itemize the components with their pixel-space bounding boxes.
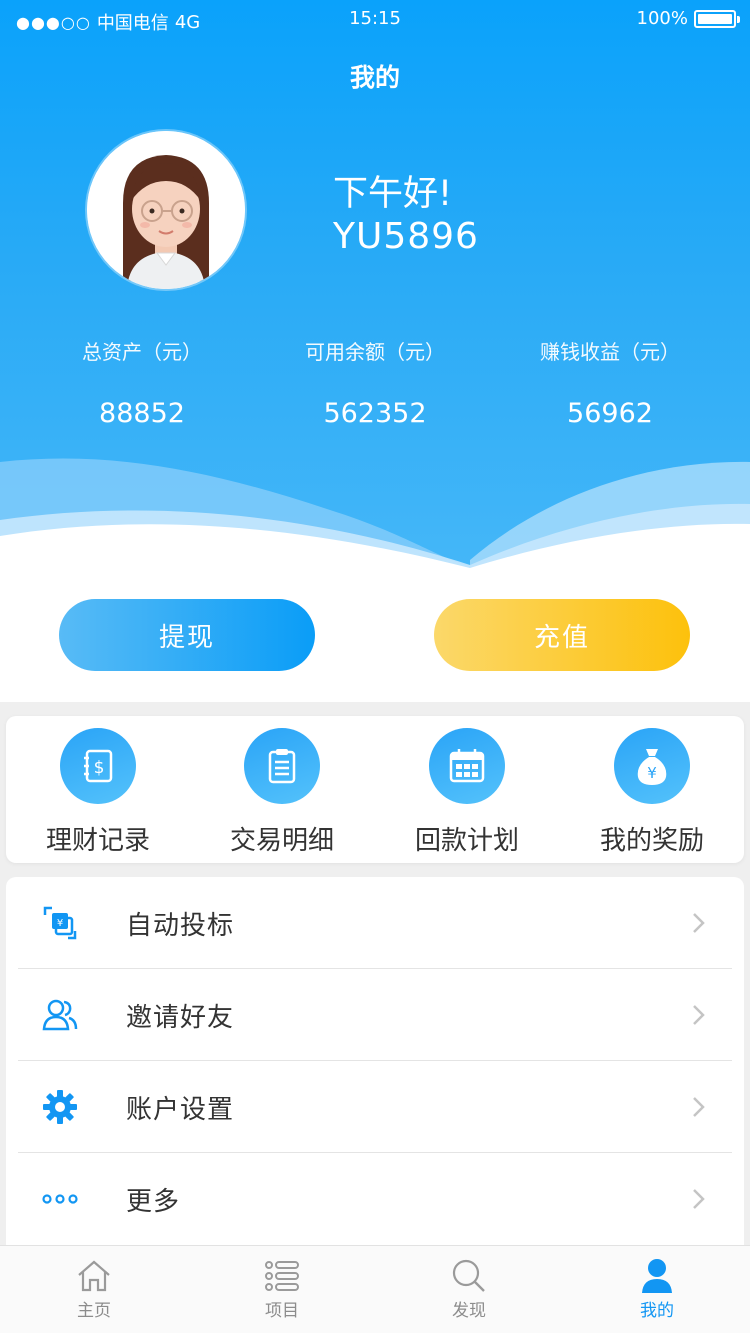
list-item-auto-bid[interactable]: ¥ 自动投标 bbox=[18, 877, 732, 969]
list-icon bbox=[222, 1258, 342, 1294]
more-dots-icon bbox=[40, 1179, 80, 1219]
tab-discover[interactable]: 发现 bbox=[409, 1258, 529, 1321]
svg-text:¥: ¥ bbox=[57, 918, 63, 929]
profile-header: ●●●○○ 中国电信 4G 15:15 100% 我的 下午好! YU5896 … bbox=[0, 0, 750, 575]
avatar[interactable] bbox=[87, 131, 245, 289]
users-icon bbox=[40, 995, 80, 1035]
list-item-label: 自动投标 bbox=[126, 910, 235, 941]
tab-label: 发现 bbox=[452, 1301, 486, 1321]
person-icon bbox=[597, 1258, 717, 1294]
quick-item-my-rewards[interactable]: ¥ 我的奖励 bbox=[560, 728, 744, 857]
quick-item-label: 理财记录 bbox=[45, 826, 150, 856]
tab-label: 我的 bbox=[640, 1301, 674, 1321]
list-item-label: 账户设置 bbox=[126, 1094, 235, 1125]
auto-bid-icon: ¥ bbox=[40, 903, 80, 943]
stat-label: 可用余额（元） bbox=[305, 340, 445, 364]
money-bag-icon: ¥ bbox=[614, 728, 690, 804]
username: YU5896 bbox=[333, 216, 479, 257]
avatar-illustration-icon bbox=[87, 131, 245, 289]
list-item-account-settings[interactable]: 账户设置 bbox=[18, 1061, 732, 1153]
quick-menu-card: $ 理财记录 交易明细 回款计划 ¥ 我的奖励 bbox=[6, 716, 744, 863]
stat-label: 赚钱收益（元） bbox=[540, 340, 680, 364]
page-title: 我的 bbox=[349, 63, 400, 92]
list-item-invite-friends[interactable]: 邀请好友 bbox=[18, 969, 732, 1061]
svg-text:¥: ¥ bbox=[647, 764, 657, 782]
ledger-dollar-icon: $ bbox=[60, 728, 136, 804]
gear-icon bbox=[40, 1087, 80, 1127]
tab-home[interactable]: 主页 bbox=[34, 1258, 154, 1321]
recharge-button[interactable]: 充值 bbox=[434, 599, 690, 671]
quick-item-label: 我的奖励 bbox=[599, 826, 704, 856]
status-right: 100% bbox=[636, 8, 740, 29]
action-button-area: 提现 充值 bbox=[0, 575, 750, 702]
chevron-right-icon bbox=[684, 1184, 714, 1214]
list-item-label: 更多 bbox=[126, 1186, 181, 1217]
stat-earnings[interactable]: 赚钱收益（元） 56962 bbox=[490, 336, 730, 429]
list-item-label: 邀请好友 bbox=[126, 1002, 235, 1033]
stat-value: 56962 bbox=[567, 398, 653, 429]
chevron-right-icon bbox=[684, 1000, 714, 1030]
chevron-right-icon bbox=[684, 908, 714, 938]
tab-label: 主页 bbox=[77, 1301, 111, 1321]
chevron-right-icon bbox=[684, 1092, 714, 1122]
svg-text:$: $ bbox=[94, 758, 105, 778]
clipboard-list-icon bbox=[244, 728, 320, 804]
battery-percent: 100% bbox=[636, 8, 688, 29]
tab-label: 项目 bbox=[265, 1301, 299, 1321]
list-item-more[interactable]: 更多 bbox=[18, 1153, 732, 1245]
stat-value: 88852 bbox=[99, 398, 185, 429]
header-wave-decoration bbox=[0, 458, 750, 575]
stat-label: 总资产（元） bbox=[82, 340, 202, 364]
stat-value: 562352 bbox=[323, 398, 427, 429]
settings-list-card: ¥ 自动投标 邀请好友 账户设置 更多 bbox=[6, 877, 744, 1247]
greeting-text: 下午好! bbox=[333, 174, 453, 214]
bottom-tab-bar: 主页 项目 发现 我的 bbox=[0, 1245, 750, 1333]
quick-item-label: 回款计划 bbox=[414, 826, 519, 856]
status-bar: ●●●○○ 中国电信 4G 15:15 100% bbox=[0, 0, 750, 38]
quick-item-transactions[interactable]: 交易明细 bbox=[190, 728, 374, 857]
tab-projects[interactable]: 项目 bbox=[222, 1258, 342, 1321]
battery-icon bbox=[694, 9, 740, 28]
tab-mine[interactable]: 我的 bbox=[597, 1258, 717, 1321]
stat-available-balance[interactable]: 可用余额（元） 562352 bbox=[255, 336, 495, 429]
home-icon bbox=[34, 1258, 154, 1294]
quick-item-investment-records[interactable]: $ 理财记录 bbox=[6, 728, 190, 857]
quick-item-repayment-plan[interactable]: 回款计划 bbox=[375, 728, 559, 857]
profile-page: ●●●○○ 中国电信 4G 15:15 100% 我的 下午好! YU5896 … bbox=[0, 0, 750, 1333]
withdraw-button[interactable]: 提现 bbox=[59, 599, 315, 671]
stat-total-assets[interactable]: 总资产（元） 88852 bbox=[22, 336, 262, 429]
search-icon bbox=[409, 1258, 529, 1294]
quick-item-label: 交易明细 bbox=[229, 826, 334, 856]
calendar-icon bbox=[429, 728, 505, 804]
